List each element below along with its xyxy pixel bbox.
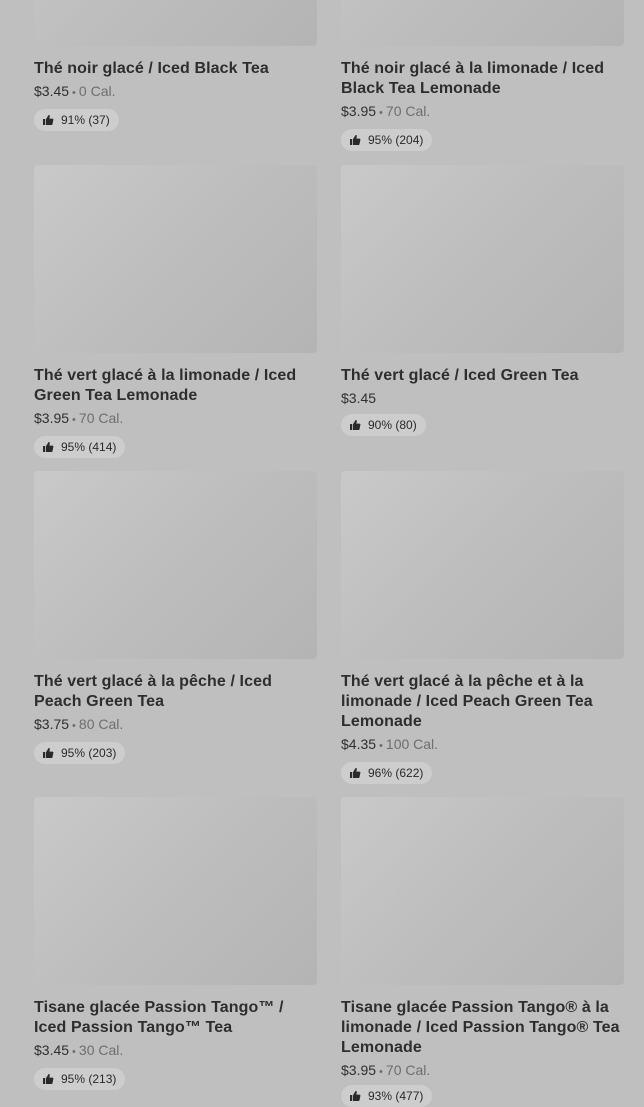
separator-dot: • xyxy=(379,107,383,119)
product-price: $3.95 xyxy=(341,1062,377,1078)
product-title[interactable]: Thé vert glacé à la pêche / Iced Peach G… xyxy=(34,672,317,712)
product-meta: $4.35 • 100 Cal. xyxy=(341,734,624,756)
rating-badge: 95% (414) xyxy=(34,436,126,458)
thumbs-up-icon xyxy=(349,419,361,431)
product-calories: 70 Cal. xyxy=(78,410,124,426)
rating-text: 93% (477) xyxy=(368,1089,424,1103)
product-meta: $3.45 • 30 Cal. xyxy=(34,1040,317,1062)
product-title[interactable]: Thé noir glacé à la limonade / Iced Blac… xyxy=(341,59,624,99)
product-calories: 70 Cal. xyxy=(385,1062,431,1078)
product-calories: 0 Cal. xyxy=(78,83,116,99)
product-title[interactable]: Tisane glacée Passion Tango® à la limona… xyxy=(341,998,624,1058)
product-price: $4.35 xyxy=(341,736,377,752)
product-card[interactable]: Thé vert glacé à la pêche et à la limona… xyxy=(341,471,624,784)
product-price: $3.95 xyxy=(341,103,377,119)
product-meta: $3.95 • 70 Cal. xyxy=(34,408,317,430)
product-price: $3.45 xyxy=(341,390,377,406)
thumbs-up-icon xyxy=(42,1073,54,1085)
separator-dot: • xyxy=(72,720,76,732)
rating-text: 95% (204) xyxy=(368,133,424,147)
product-card[interactable]: Thé vert glacé / Iced Green Tea $3.45 90… xyxy=(341,165,624,436)
product-image[interactable] xyxy=(34,797,317,985)
product-meta: $3.45 • 0 Cal. xyxy=(34,81,317,103)
thumbs-up-icon xyxy=(349,767,361,779)
thumbs-up-icon xyxy=(42,114,54,126)
rating-text: 91% (37) xyxy=(61,113,110,127)
product-title[interactable]: Thé vert glacé à la pêche et à la limona… xyxy=(341,672,624,732)
product-card[interactable]: Thé noir glacé à la limonade / Iced Blac… xyxy=(341,0,624,151)
product-title[interactable]: Thé vert glacé / Iced Green Tea xyxy=(341,366,624,386)
rating-badge: 90% (80) xyxy=(341,414,426,436)
product-price: $3.75 xyxy=(34,716,70,732)
product-card[interactable]: Tisane glacée Passion Tango™ / Iced Pass… xyxy=(34,797,317,1090)
product-image[interactable] xyxy=(341,797,624,985)
rating-badge: 95% (203) xyxy=(34,742,126,764)
product-image[interactable] xyxy=(34,165,317,353)
separator-dot: • xyxy=(72,1046,76,1058)
product-calories: 100 Cal. xyxy=(385,736,439,752)
separator-dot: • xyxy=(72,87,76,99)
product-card[interactable]: Thé vert glacé à la limonade / Iced Gree… xyxy=(34,165,317,458)
product-title[interactable]: Thé vert glacé à la limonade / Iced Gree… xyxy=(34,366,317,406)
product-image[interactable] xyxy=(341,165,624,353)
product-calories: 30 Cal. xyxy=(78,1042,124,1058)
product-image[interactable] xyxy=(34,0,317,46)
product-card[interactable]: Tisane glacée Passion Tango® à la limona… xyxy=(341,797,624,1107)
separator-dot: • xyxy=(379,1066,383,1078)
thumbs-up-icon xyxy=(42,747,54,759)
rating-badge: 93% (477) xyxy=(341,1085,433,1107)
product-card[interactable]: Thé noir glacé / Iced Black Tea $3.45 • 0 … xyxy=(34,0,317,131)
product-meta: $3.95 • 70 Cal. xyxy=(341,1060,624,1082)
product-meta: $3.75 • 80 Cal. xyxy=(34,714,317,736)
product-grid: Thé noir glacé / Iced Black Tea $3.45 • 0 … xyxy=(0,0,644,1107)
product-card[interactable]: Thé vert glacé à la pêche / Iced Peach G… xyxy=(34,471,317,764)
separator-dot: • xyxy=(379,740,383,752)
rating-text: 90% (80) xyxy=(368,418,417,432)
product-meta: $3.95 • 70 Cal. xyxy=(341,101,624,123)
product-price: $3.45 xyxy=(34,1042,70,1058)
rating-text: 95% (203) xyxy=(61,746,117,760)
product-meta: $3.45 xyxy=(341,388,624,408)
product-title[interactable]: Tisane glacée Passion Tango™ / Iced Pass… xyxy=(34,998,317,1038)
rating-text: 95% (213) xyxy=(61,1072,117,1086)
product-price: $3.45 xyxy=(34,83,70,99)
rating-badge: 96% (622) xyxy=(341,762,433,784)
thumbs-up-icon xyxy=(349,134,361,146)
rating-text: 96% (622) xyxy=(368,766,424,780)
rating-badge: 95% (204) xyxy=(341,129,433,151)
rating-badge: 91% (37) xyxy=(34,109,119,131)
product-calories: 70 Cal. xyxy=(385,103,431,119)
rating-badge: 95% (213) xyxy=(34,1068,126,1090)
product-title[interactable]: Thé noir glacé / Iced Black Tea xyxy=(34,59,317,79)
thumbs-up-icon xyxy=(42,441,54,453)
product-image[interactable] xyxy=(341,471,624,659)
product-image[interactable] xyxy=(34,471,317,659)
rating-text: 95% (414) xyxy=(61,440,117,454)
product-price: $3.95 xyxy=(34,410,70,426)
product-image[interactable] xyxy=(341,0,624,46)
separator-dot: • xyxy=(72,414,76,426)
product-calories: 80 Cal. xyxy=(78,716,124,732)
